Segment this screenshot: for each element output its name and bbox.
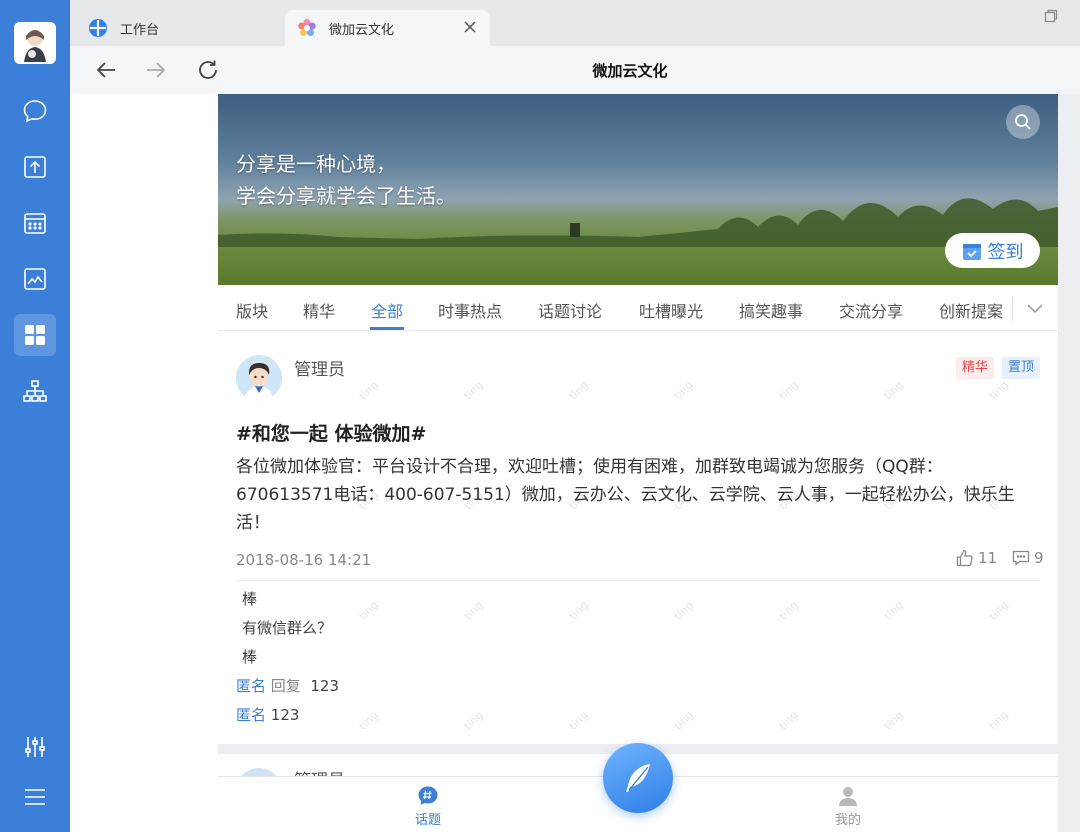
tab-funny[interactable]: 搞笑趣事 xyxy=(739,298,803,322)
culture-flower-icon xyxy=(297,18,317,38)
app-sidebar xyxy=(0,0,70,832)
tab-sharing[interactable]: 交流分享 xyxy=(839,298,903,322)
comment-item: 棒 xyxy=(242,648,258,666)
tab-current-events[interactable]: 时事热点 xyxy=(438,298,502,322)
header-banner: 分享是一种心境， 学会分享就学会了生活。 签到 xyxy=(218,94,1058,285)
featured-badge: 精华 xyxy=(956,357,995,379)
like-button[interactable]: 11 xyxy=(956,549,997,567)
comment-count: 9 xyxy=(1034,549,1044,567)
post-card[interactable]: 管理员 精华 置顶 #和您一起 体验微加# 各位微加体验官：平台设计不合理，欢迎… xyxy=(218,331,1058,744)
author-name[interactable]: 管理员 xyxy=(294,355,345,380)
tab-label: 微加云文化 xyxy=(329,22,395,38)
calendar-icon[interactable] xyxy=(14,202,56,244)
upload-box-icon[interactable] xyxy=(14,146,56,188)
banner-slogan: 分享是一种心境， 学会分享就学会了生活。 xyxy=(236,148,456,212)
comment-item: 有微信群么？ xyxy=(242,619,333,637)
author-avatar[interactable] xyxy=(236,355,282,401)
tab-workbench[interactable]: 工作台 xyxy=(88,10,284,46)
slogan-line: 学会分享就学会了生活。 xyxy=(236,184,456,208)
calendar-check-icon xyxy=(962,243,981,260)
bottom-nav-topic[interactable]: 话题 xyxy=(398,785,458,828)
reply-item: 匿名 123 xyxy=(236,704,299,725)
category-tabs: 版块 精华 全部 时事热点 话题讨论 吐槽曝光 搞笑趣事 交流分享 创新提案 xyxy=(218,285,1058,331)
comment-item: 棒 xyxy=(242,590,258,608)
menu-icon[interactable] xyxy=(14,776,56,818)
bottom-nav-label: 话题 xyxy=(414,813,441,828)
tab-complaints[interactable]: 吐槽曝光 xyxy=(639,298,703,322)
reply-text: 123 xyxy=(310,677,339,695)
page-title: 微加云文化 xyxy=(592,62,668,80)
browser-tab-strip: 工作台 微加云文化 xyxy=(70,0,1080,46)
settings-sliders-icon[interactable] xyxy=(14,726,56,768)
user-icon xyxy=(837,785,859,807)
feather-icon xyxy=(626,764,650,792)
workbench-icon xyxy=(88,18,108,38)
tab-topic-discussion[interactable]: 话题讨论 xyxy=(538,298,602,322)
post-date: 2018-08-16 14:21 xyxy=(236,551,372,569)
topic-hash-icon xyxy=(417,785,439,807)
pinned-badge: 置顶 xyxy=(1002,357,1041,379)
reply-author[interactable]: 匿名 xyxy=(236,706,266,724)
signin-button[interactable]: 签到 xyxy=(945,233,1040,268)
reply-author[interactable]: 匿名 xyxy=(236,677,266,695)
bottom-nav-label: 我的 xyxy=(834,813,861,828)
restore-window-icon[interactable] xyxy=(1044,8,1058,23)
thumbs-up-icon xyxy=(956,549,973,567)
chat-icon[interactable] xyxy=(14,90,56,132)
tab-sections[interactable]: 版块 xyxy=(236,298,268,322)
browser-nav-bar: 微加云文化 xyxy=(70,46,1080,94)
right-gutter xyxy=(1058,94,1080,832)
bottom-nav-mine[interactable]: 我的 xyxy=(818,785,878,828)
post-title[interactable]: #和您一起 体验微加# xyxy=(236,419,426,446)
reply-item: 匿名 回复 123 xyxy=(236,675,339,696)
signin-label: 签到 xyxy=(987,241,1024,263)
side-panel xyxy=(70,94,218,832)
close-icon[interactable] xyxy=(462,19,478,35)
tab-proposals[interactable]: 创新提案 xyxy=(939,298,1003,322)
divider xyxy=(236,580,1040,581)
culture-content: 分享是一种心境， 学会分享就学会了生活。 签到 版块 精华 全部 时事热点 话题… xyxy=(218,94,1058,832)
tab-label: 工作台 xyxy=(120,22,160,38)
divider xyxy=(1012,297,1013,321)
search-icon xyxy=(1015,114,1031,130)
reply-text: 123 xyxy=(270,706,300,724)
tab-all[interactable]: 全部 xyxy=(371,298,403,322)
tab-featured[interactable]: 精华 xyxy=(303,298,335,322)
apps-grid-icon[interactable] xyxy=(14,314,56,356)
like-count: 11 xyxy=(978,549,998,567)
search-button[interactable] xyxy=(1006,105,1040,139)
org-chart-icon[interactable] xyxy=(14,370,56,412)
slogan-line: 分享是一种心境， xyxy=(236,152,396,176)
tab-culture[interactable]: 微加云文化 xyxy=(285,10,490,46)
reply-action: 回复 xyxy=(270,677,301,695)
comment-button[interactable]: 9 xyxy=(1012,549,1044,567)
post-body: 各位微加体验官：平台设计不合理，欢迎吐槽；使用有困难，加群致电竭诚为您服务（QQ… xyxy=(236,457,1015,533)
new-post-button[interactable] xyxy=(603,743,673,813)
comment-icon xyxy=(1012,550,1030,566)
chart-icon[interactable] xyxy=(14,258,56,300)
chevron-down-icon[interactable] xyxy=(1026,299,1044,317)
user-avatar[interactable] xyxy=(14,22,56,64)
active-tab-indicator xyxy=(370,327,404,330)
